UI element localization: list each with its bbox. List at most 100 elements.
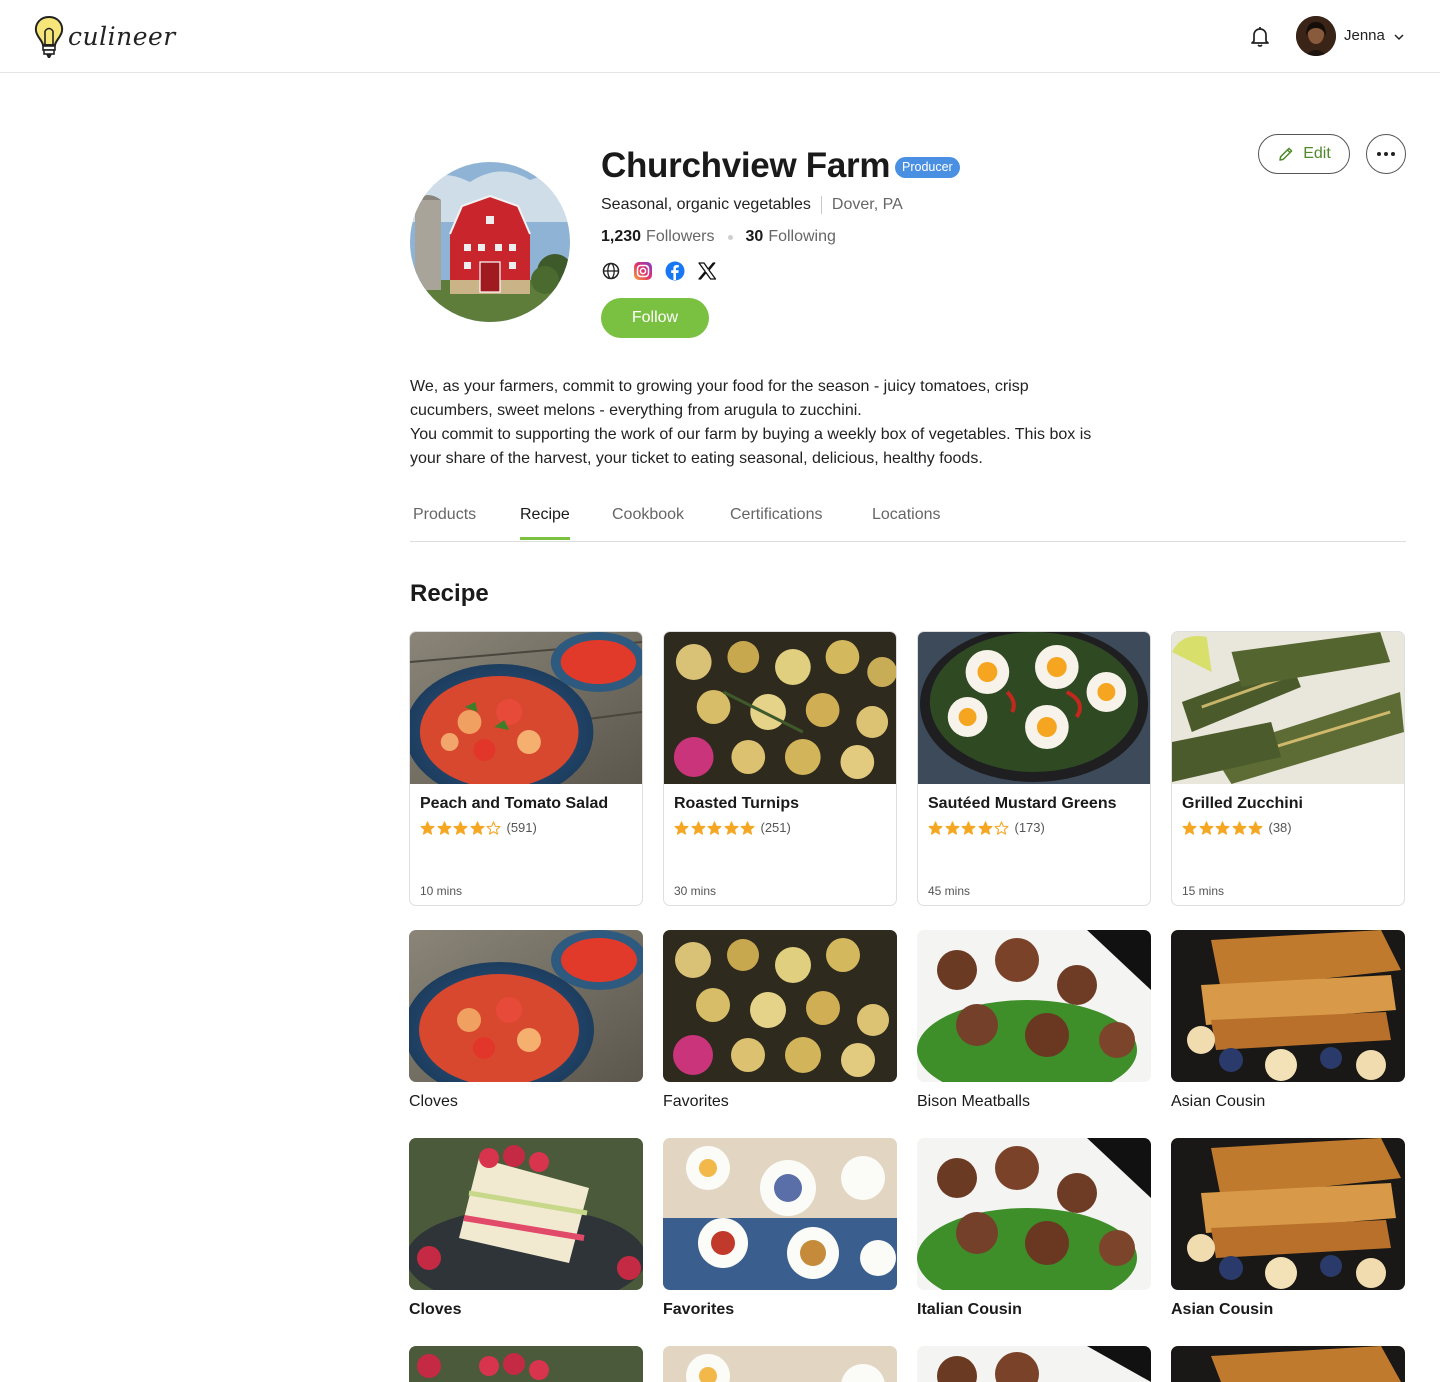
tab-locations[interactable]: Locations bbox=[872, 506, 941, 537]
top-navigation-bar: culineer Jenna bbox=[0, 0, 1440, 73]
collection-label: Italian Cousin bbox=[917, 1301, 1022, 1318]
following-link[interactable]: 30 Following bbox=[746, 228, 836, 246]
cook-time: 45 mins bbox=[928, 884, 971, 898]
star-filled-icon bbox=[1182, 820, 1197, 835]
collection-tile[interactable]: Asian Cousin bbox=[1171, 1138, 1405, 1319]
collection-image bbox=[409, 1346, 643, 1382]
separator-dot bbox=[727, 234, 733, 240]
star-filled-icon bbox=[723, 820, 738, 835]
following-label: Following bbox=[768, 228, 836, 245]
star-filled-icon bbox=[690, 820, 705, 835]
user-avatar[interactable] bbox=[1296, 16, 1336, 56]
recipe-card[interactable]: Grilled Zucchini (38) 15 mins bbox=[1171, 631, 1405, 906]
review-count: (591) bbox=[506, 820, 537, 835]
section-title: Recipe bbox=[410, 580, 489, 607]
tab-recipe[interactable]: Recipe bbox=[520, 506, 570, 540]
collection-tile[interactable] bbox=[409, 1346, 643, 1382]
tab-cookbook[interactable]: Cookbook bbox=[612, 506, 684, 537]
location-text: Dover, PA bbox=[831, 196, 903, 213]
recipe-card[interactable]: Peach and Tomato Salad (591) 10 mins bbox=[409, 631, 643, 906]
star-filled-icon bbox=[674, 820, 689, 835]
star-filled-icon bbox=[928, 820, 943, 835]
star-filled-icon bbox=[437, 820, 452, 835]
recipe-image bbox=[918, 632, 1150, 784]
collection-image bbox=[917, 930, 1151, 1082]
tagline-text: Seasonal, organic vegetables bbox=[601, 196, 811, 213]
followers-count: 1,230 bbox=[601, 228, 642, 245]
cook-time: 15 mins bbox=[1182, 884, 1225, 898]
collection-tile[interactable]: Cloves bbox=[409, 930, 643, 1111]
x-icon[interactable] bbox=[697, 261, 717, 281]
tab-products[interactable]: Products bbox=[413, 506, 476, 537]
recipe-rating: (251) bbox=[674, 820, 791, 835]
globe-icon[interactable] bbox=[601, 261, 621, 281]
review-count: (38) bbox=[1268, 820, 1292, 835]
recipe-image bbox=[410, 632, 642, 800]
star-filled-icon bbox=[1215, 820, 1230, 835]
divider bbox=[820, 196, 822, 214]
star-rating bbox=[674, 820, 757, 835]
collection-image bbox=[1171, 1346, 1405, 1382]
collection-tile[interactable]: Cloves bbox=[409, 1138, 643, 1319]
star-empty-icon bbox=[994, 820, 1009, 835]
collection-image bbox=[663, 1138, 897, 1290]
edit-button[interactable]: Edit bbox=[1258, 134, 1350, 174]
instagram-icon[interactable] bbox=[633, 261, 653, 281]
following-count: 30 bbox=[745, 228, 764, 245]
pencil-icon bbox=[1279, 147, 1293, 161]
follow-button[interactable]: Follow bbox=[601, 298, 709, 338]
star-empty-icon bbox=[486, 820, 501, 835]
more-options-button[interactable] bbox=[1366, 134, 1406, 174]
logo-wordmark: culineer bbox=[68, 21, 176, 51]
collection-label: Cloves bbox=[409, 1301, 462, 1318]
tab-certifications[interactable]: Certifications bbox=[730, 506, 822, 537]
star-filled-icon bbox=[977, 820, 992, 835]
collection-label: Bison Meatballs bbox=[917, 1093, 1030, 1110]
profile-tabs: Products Recipe Cookbook Certifications … bbox=[410, 500, 1406, 542]
star-filled-icon bbox=[420, 820, 435, 835]
farm-bio: We, as your farmers, commit to growing y… bbox=[410, 375, 1110, 471]
collection-tile[interactable]: Bison Meatballs bbox=[917, 930, 1151, 1111]
chevron-down-icon[interactable] bbox=[1392, 30, 1406, 44]
user-name[interactable]: Jenna bbox=[1344, 27, 1385, 44]
collection-tile[interactable] bbox=[917, 1346, 1151, 1382]
star-filled-icon bbox=[453, 820, 468, 835]
cook-time: 10 mins bbox=[420, 884, 463, 898]
collection-image bbox=[917, 1346, 1151, 1382]
culineer-logo[interactable]: culineer bbox=[32, 12, 176, 60]
notification-bell-icon[interactable] bbox=[1248, 24, 1272, 48]
bio-paragraph: You commit to supporting the work of our… bbox=[410, 426, 1092, 467]
collection-image bbox=[409, 930, 643, 1082]
recipe-title: Sautéed Mustard Greens bbox=[928, 795, 1117, 812]
farm-profile-photo bbox=[410, 162, 570, 322]
star-filled-icon bbox=[1248, 820, 1263, 835]
review-count: (251) bbox=[760, 820, 791, 835]
collection-label: Favorites bbox=[663, 1093, 729, 1110]
collection-tile[interactable] bbox=[663, 1346, 897, 1382]
star-filled-icon bbox=[961, 820, 976, 835]
recipe-card[interactable]: Roasted Turnips (251) 30 mins bbox=[663, 631, 897, 906]
recipe-rating: (591) bbox=[420, 820, 537, 835]
recipe-title: Grilled Zucchini bbox=[1182, 795, 1303, 812]
collection-tile[interactable]: Asian Cousin bbox=[1171, 930, 1405, 1111]
star-filled-icon bbox=[740, 820, 755, 835]
recipe-title: Roasted Turnips bbox=[674, 795, 800, 812]
collection-label: Asian Cousin bbox=[1171, 1093, 1266, 1110]
collection-tile[interactable]: Favorites bbox=[663, 930, 897, 1111]
collection-tile[interactable] bbox=[1171, 1346, 1405, 1382]
collection-image bbox=[917, 1138, 1151, 1290]
facebook-icon[interactable] bbox=[665, 261, 685, 281]
collection-image bbox=[663, 1346, 897, 1382]
collection-tile[interactable]: Favorites bbox=[663, 1138, 897, 1319]
collection-label: Asian Cousin bbox=[1171, 1301, 1274, 1318]
producer-badge: Producer bbox=[895, 157, 960, 178]
collection-tile[interactable]: Italian Cousin bbox=[917, 1138, 1151, 1319]
followers-link[interactable]: 1,230 Followers bbox=[601, 228, 715, 246]
farm-name: Churchview Farm bbox=[601, 146, 891, 185]
followers-label: Followers bbox=[646, 228, 715, 245]
recipe-image bbox=[664, 632, 896, 784]
review-count: (173) bbox=[1014, 820, 1045, 835]
collection-image bbox=[1171, 930, 1405, 1082]
collection-label: Cloves bbox=[409, 1093, 458, 1110]
recipe-card[interactable]: Sautéed Mustard Greens (173) 45 mins bbox=[917, 631, 1151, 906]
